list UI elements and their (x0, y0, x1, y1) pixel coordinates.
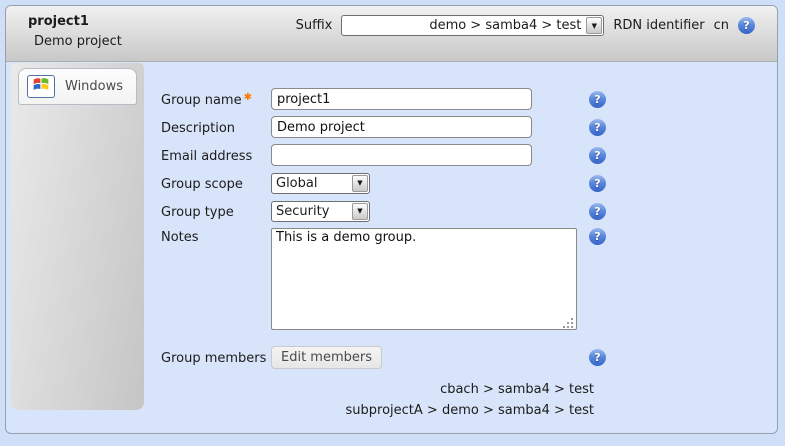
page-title: project1 (28, 14, 89, 29)
group-type-select[interactable]: Security ▼ (271, 201, 370, 222)
tab-sidebar: Windows (11, 63, 144, 410)
group-scope-value: Global (272, 176, 351, 191)
chevron-down-icon[interactable]: ▼ (352, 175, 368, 192)
email-input[interactable] (271, 144, 532, 166)
group-type-value: Security (272, 204, 351, 219)
suffix-label: Suffix (296, 18, 333, 33)
resize-grip-icon[interactable] (571, 326, 573, 328)
help-icon[interactable]: ? (589, 175, 606, 192)
tab-windows[interactable]: Windows (18, 68, 137, 105)
member-list: cbach > samba4 > test subprojectA > demo… (161, 379, 606, 421)
notes-row: Notes This is a demo group. ? (161, 228, 606, 334)
help-icon[interactable]: ? (738, 17, 755, 34)
group-type-label: Group type (161, 203, 271, 220)
help-icon[interactable]: ? (589, 349, 606, 366)
description-row: Description ? (161, 116, 606, 138)
description-label: Description (161, 119, 271, 136)
group-name-input[interactable] (271, 88, 532, 110)
group-editor-panel: project1 Demo project Suffix demo > samb… (5, 5, 778, 434)
description-input[interactable] (271, 116, 532, 138)
help-icon[interactable]: ? (589, 119, 606, 136)
windows-logo-icon (27, 75, 55, 98)
group-scope-label: Group scope (161, 175, 271, 192)
group-type-row: Group type Security ▼ ? (161, 200, 606, 222)
rdn-identifier-value: cn (714, 18, 729, 33)
group-name-label: Group name✱ (161, 90, 271, 108)
group-scope-row: Group scope Global ▼ ? (161, 172, 606, 194)
help-icon[interactable]: ? (589, 91, 606, 108)
group-form: Group name✱ ? Description ? Email addres… (161, 88, 606, 421)
header-bar: project1 Demo project Suffix demo > samb… (6, 6, 777, 62)
rdn-identifier-label: RDN identifier (613, 18, 704, 33)
suffix-select[interactable]: demo > samba4 > test ▼ (341, 15, 604, 36)
edit-members-button[interactable]: Edit members (271, 346, 382, 369)
email-label: Email address (161, 147, 271, 164)
group-scope-select[interactable]: Global ▼ (271, 173, 370, 194)
help-icon[interactable]: ? (589, 203, 606, 220)
header-controls: Suffix demo > samba4 > test ▼ RDN identi… (296, 15, 755, 36)
notes-textarea[interactable]: This is a demo group. (271, 228, 577, 330)
group-members-label: Group members (161, 349, 271, 366)
page-subtitle: Demo project (34, 34, 122, 49)
help-icon[interactable]: ? (589, 147, 606, 164)
group-members-row: Group members Edit members ? (161, 346, 606, 369)
help-icon[interactable]: ? (589, 228, 606, 245)
tab-windows-label: Windows (65, 79, 123, 94)
group-name-row: Group name✱ ? (161, 88, 606, 110)
notes-label: Notes (161, 228, 271, 245)
member-item: cbach > samba4 > test (161, 379, 606, 400)
chevron-down-icon[interactable]: ▼ (586, 17, 602, 34)
member-item: subprojectA > demo > samba4 > test (161, 400, 606, 421)
suffix-select-value: demo > samba4 > test (342, 18, 585, 33)
chevron-down-icon[interactable]: ▼ (352, 203, 368, 220)
email-row: Email address ? (161, 144, 606, 166)
required-marker-icon: ✱ (244, 92, 252, 103)
